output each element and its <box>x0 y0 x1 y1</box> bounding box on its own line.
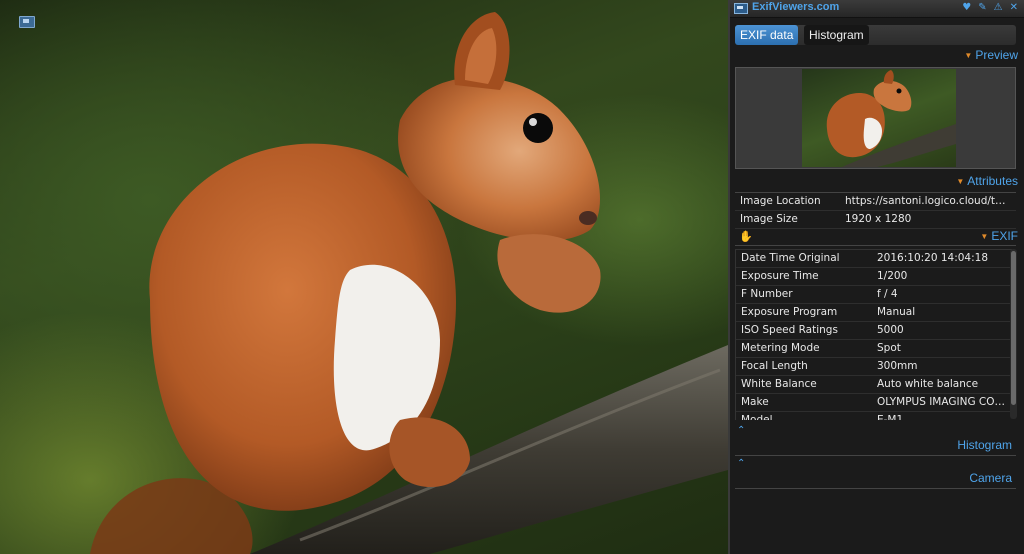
table-row: Metering Mode Spot <box>736 340 1012 358</box>
preview-section-toggle[interactable]: ▼ Preview <box>964 48 1018 62</box>
attributes-table: Image Location https://santoni.logico.cl… <box>735 192 1016 229</box>
panel-titlebar: ExifViewers.com ♥ ✎ ⚠ ✕ <box>730 0 1024 18</box>
table-row: Exposure Time 1/200 <box>736 268 1012 286</box>
caret-down-icon: ▼ <box>964 51 973 60</box>
exif-key: Exposure Program <box>741 306 838 318</box>
exif-scrollbar[interactable] <box>1010 249 1017 419</box>
attributes-section-toggle[interactable]: ▼ Attributes <box>956 174 1018 188</box>
exif-key: Make <box>741 396 769 408</box>
exif-value: 300mm <box>877 360 918 372</box>
exif-value: Auto white balance <box>877 378 979 390</box>
table-row: White Balance Auto white balance <box>736 376 1012 394</box>
image-badge-icon <box>19 16 35 28</box>
caret-up-icon: ⌃ <box>737 458 746 469</box>
caret-up-icon: ⌃ <box>737 425 746 436</box>
exif-section-toggle[interactable]: ▼ EXIF <box>980 229 1018 243</box>
attr-value: 1920 x 1280 <box>845 213 912 225</box>
camera-section-toggle[interactable]: ⌃ Camera <box>735 458 1016 489</box>
exif-value: OLYMPUS IMAGING CORP. <box>877 396 1006 408</box>
exif-key: Metering Mode <box>741 342 820 354</box>
table-row: Exposure Program Manual <box>736 304 1012 322</box>
preview-thumbnail[interactable] <box>802 69 956 167</box>
histogram-section-toggle[interactable]: ⌃ Histogram <box>735 425 1016 456</box>
exif-key: Date Time Original <box>741 252 840 264</box>
tab-exif-data[interactable]: EXIF data <box>735 25 799 45</box>
attr-key: Image Location <box>740 195 821 207</box>
histogram-section-label: Histogram <box>957 438 1012 452</box>
exif-key: White Balance <box>741 378 817 390</box>
preview-frame <box>735 67 1016 169</box>
app-title: ExifViewers.com <box>752 1 840 13</box>
titlebar-actions: ♥ ✎ ⚠ ✕ <box>962 2 1018 14</box>
heart-icon[interactable]: ♥ <box>962 2 971 14</box>
exif-key: ISO Speed Ratings <box>741 324 838 336</box>
exif-value: 2016:10:20 14:04:18 <box>877 252 989 264</box>
close-icon[interactable]: ✕ <box>1010 2 1018 14</box>
main-photo <box>0 0 728 554</box>
hand-icon[interactable]: ✋ <box>739 230 753 243</box>
exif-table: Date Time Original 2016:10:20 14:04:18 Ex… <box>735 249 1012 420</box>
table-row: Make OLYMPUS IMAGING CORP. <box>736 394 1012 412</box>
exif-key: Exposure Time <box>741 270 819 282</box>
app-logo-icon <box>734 3 748 14</box>
preview-squirrel-image <box>826 70 956 167</box>
exif-value: Spot <box>877 342 901 354</box>
warning-icon[interactable]: ⚠ <box>994 2 1003 14</box>
exif-value: 5000 <box>877 324 904 336</box>
table-row: F Number f / 4 <box>736 286 1012 304</box>
table-row: Image Location https://santoni.logico.cl… <box>735 193 1016 211</box>
attributes-label: Attributes <box>967 174 1018 188</box>
caret-down-icon: ▼ <box>956 177 965 186</box>
camera-section-label: Camera <box>969 471 1012 485</box>
table-row: ISO Speed Ratings 5000 <box>736 322 1012 340</box>
wrench-icon[interactable]: ✎ <box>978 2 986 14</box>
tab-histogram[interactable]: Histogram <box>804 25 869 45</box>
exif-viewer-panel: ExifViewers.com ♥ ✎ ⚠ ✕ EXIF data Histog… <box>728 0 1024 554</box>
table-row: Date Time Original 2016:10:20 14:04:18 <box>736 250 1012 268</box>
exif-value: 1/200 <box>877 270 908 282</box>
scrollbar-thumb[interactable] <box>1011 251 1016 405</box>
table-row: Model E-M1 <box>736 412 1012 420</box>
preview-label: Preview <box>975 48 1018 62</box>
tab-bar: EXIF data Histogram <box>735 25 1016 45</box>
exif-value: E-M1 <box>877 414 904 420</box>
exif-value: Manual <box>877 306 916 318</box>
squirrel-photo-illustration <box>90 12 728 554</box>
attr-value: https://santoni.logico.cloud/tmp... <box>845 195 1010 207</box>
exif-key: F Number <box>741 288 793 300</box>
caret-down-icon: ▼ <box>980 232 989 241</box>
exif-key: Focal Length <box>741 360 808 372</box>
exif-label: EXIF <box>991 229 1018 243</box>
exif-key: Model <box>741 414 773 420</box>
attr-key: Image Size <box>740 213 798 225</box>
table-row: Image Size 1920 x 1280 <box>735 211 1016 229</box>
exif-value: f / 4 <box>877 288 898 300</box>
exif-section-header: ✋ <box>735 229 1016 246</box>
table-row: Focal Length 300mm <box>736 358 1012 376</box>
